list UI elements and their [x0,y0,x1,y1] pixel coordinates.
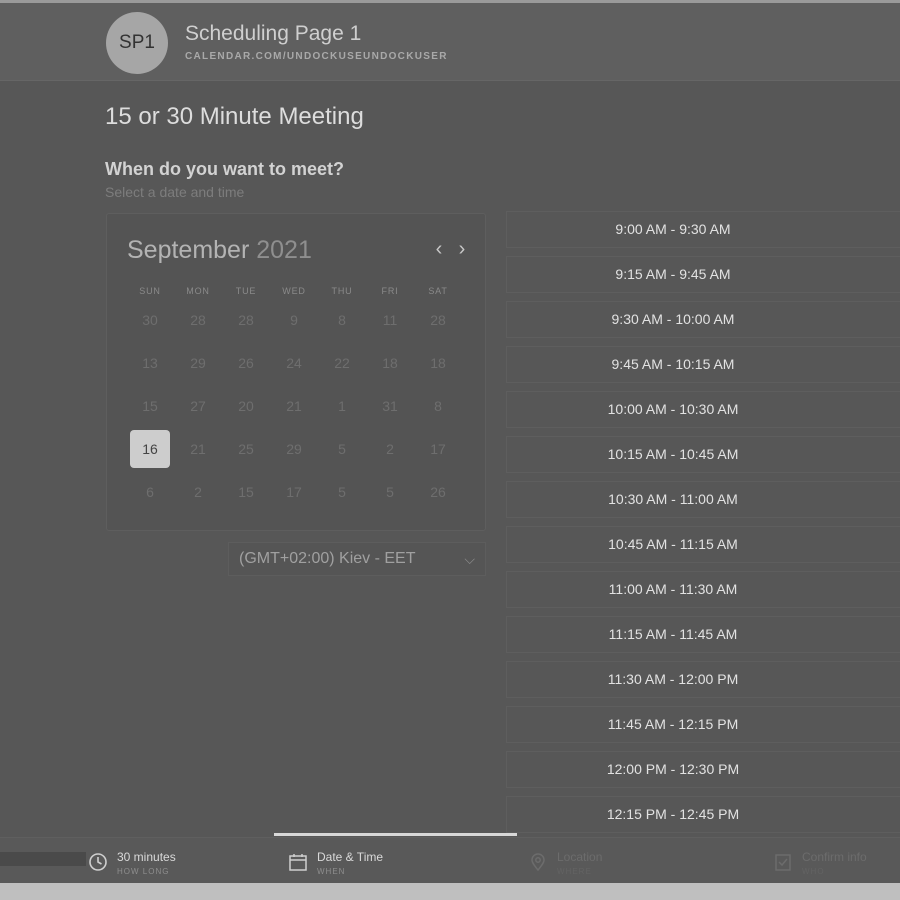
step-sublabel: WHEN [317,867,346,876]
calendar-day[interactable]: 29 [274,430,314,468]
time-slot-button[interactable]: 9:00 AM - 9:30 AM [506,211,900,248]
calendar-day[interactable]: 2 [370,430,410,468]
checklist-icon [775,854,791,871]
calendar-day[interactable]: 21 [178,430,218,468]
calendar-day[interactable]: 28 [226,301,266,339]
time-slot-button[interactable]: 10:00 AM - 10:30 AM [506,391,900,428]
calendar-day[interactable]: 22 [322,344,362,382]
time-slot-button[interactable]: 11:00 AM - 11:30 AM [506,571,900,608]
calendar-day[interactable]: 5 [370,473,410,511]
chevron-right-icon[interactable]: › [454,239,470,260]
weekday-label: THU [331,286,353,296]
step-label: Location [557,850,603,864]
avatar: SP1 [106,12,168,74]
calendar-day[interactable]: 17 [274,473,314,511]
calendar-day[interactable]: 18 [418,344,458,382]
time-slot-button[interactable]: 11:30 AM - 12:00 PM [506,661,900,698]
time-slot-button[interactable]: 12:00 PM - 12:30 PM [506,751,900,788]
calendar-day[interactable]: 8 [418,387,458,425]
scheduling-page: SP1 Scheduling Page 1 CALENDAR.COM/UNDOC… [0,3,900,883]
location-pin-icon [531,853,545,872]
calendar-day-selected[interactable]: 16 [130,430,170,468]
calendar-day[interactable]: 17 [418,430,458,468]
time-slot-button[interactable]: 9:15 AM - 9:45 AM [506,256,900,293]
calendar-day[interactable]: 20 [226,387,266,425]
calendar-day[interactable]: 1 [322,387,362,425]
date-picker: September 2021 ‹ › SUN MON TUE WED THU FRI SAT… [106,213,486,531]
calendar-day[interactable]: 28 [178,301,218,339]
time-slot-button[interactable]: 9:45 AM - 10:15 AM [506,346,900,383]
calendar-year: 2021 [256,236,312,264]
calendar-day[interactable]: 15 [130,387,170,425]
calendar-day[interactable]: 2 [178,473,218,511]
calendar-day[interactable]: 24 [274,344,314,382]
progress-track [0,852,86,866]
calendar-day[interactable]: 26 [418,473,458,511]
calendar-day[interactable]: 6 [130,473,170,511]
calendar-day[interactable]: 9 [274,301,314,339]
calendar-day[interactable]: 5 [322,473,362,511]
step-label: Date & Time [317,850,384,864]
active-step-indicator [274,833,517,836]
weekday-label: WED [282,286,306,296]
calendar-day[interactable]: 27 [178,387,218,425]
when-question: When do you want to meet? [105,159,344,179]
clock-icon [89,853,107,871]
calendar-day[interactable]: 29 [178,344,218,382]
calendar-day[interactable]: 28 [418,301,458,339]
weekday-label: TUE [235,286,257,296]
step-progress-bar: 30 minutes HOW LONG Date & Time WHEN Loc… [0,833,900,883]
chevron-down-icon: ⌵ [464,551,475,567]
scheduling-page-title: Scheduling Page 1 [185,22,362,45]
calendar-month: September [127,236,250,264]
calendar-day[interactable]: 11 [370,301,410,339]
scheduling-page-url: CALENDAR.COM/UNDOCKUSEUNDOCKUSER [185,51,448,62]
time-slot-button[interactable]: 10:45 AM - 11:15 AM [506,526,900,563]
weekday-label: MON [186,286,210,296]
calendar-day[interactable]: 5 [322,430,362,468]
calendar-day[interactable]: 30 [130,301,170,339]
step-label: 30 minutes [117,850,176,864]
time-slot-button[interactable]: 10:30 AM - 11:00 AM [506,481,900,518]
step-sublabel: WHO [802,867,825,876]
calendar-day[interactable]: 13 [130,344,170,382]
calendar-icon [289,854,307,871]
meeting-title: 15 or 30 Minute Meeting [105,103,364,130]
chevron-left-icon[interactable]: ‹ [431,239,447,260]
page-header: SP1 Scheduling Page 1 CALENDAR.COM/UNDOC… [0,3,900,81]
calendar-day[interactable]: 31 [370,387,410,425]
calendar-day[interactable]: 18 [370,344,410,382]
calendar-day[interactable]: 21 [274,387,314,425]
calendar-month-title: September 2021 [127,236,312,265]
timezone-select[interactable]: (GMT+02:00) Kiev - EET ⌵ [228,542,486,576]
calendar-day[interactable]: 26 [226,344,266,382]
step-label: Confirm info [802,850,867,864]
step-sublabel: HOW LONG [117,867,170,876]
time-slot-button[interactable]: 11:15 AM - 11:45 AM [506,616,900,653]
time-slot-button[interactable]: 12:15 PM - 12:45 PM [506,796,900,833]
weekday-label: SAT [428,286,448,296]
calendar-day[interactable]: 8 [322,301,362,339]
calendar-day[interactable]: 25 [226,430,266,468]
time-slot-button[interactable]: 9:30 AM - 10:00 AM [506,301,900,338]
when-question-subtitle: Select a date and time [105,184,245,200]
time-slot-button[interactable]: 11:45 AM - 12:15 PM [506,706,900,743]
weekday-label: SUN [139,286,161,296]
weekday-label: FRI [381,286,399,296]
timezone-value: (GMT+02:00) Kiev - EET [239,550,416,567]
calendar-day[interactable]: 15 [226,473,266,511]
time-slot-button[interactable]: 10:15 AM - 10:45 AM [506,436,900,473]
step-sublabel: WHERE [557,867,592,876]
bottom-edge [0,883,900,900]
